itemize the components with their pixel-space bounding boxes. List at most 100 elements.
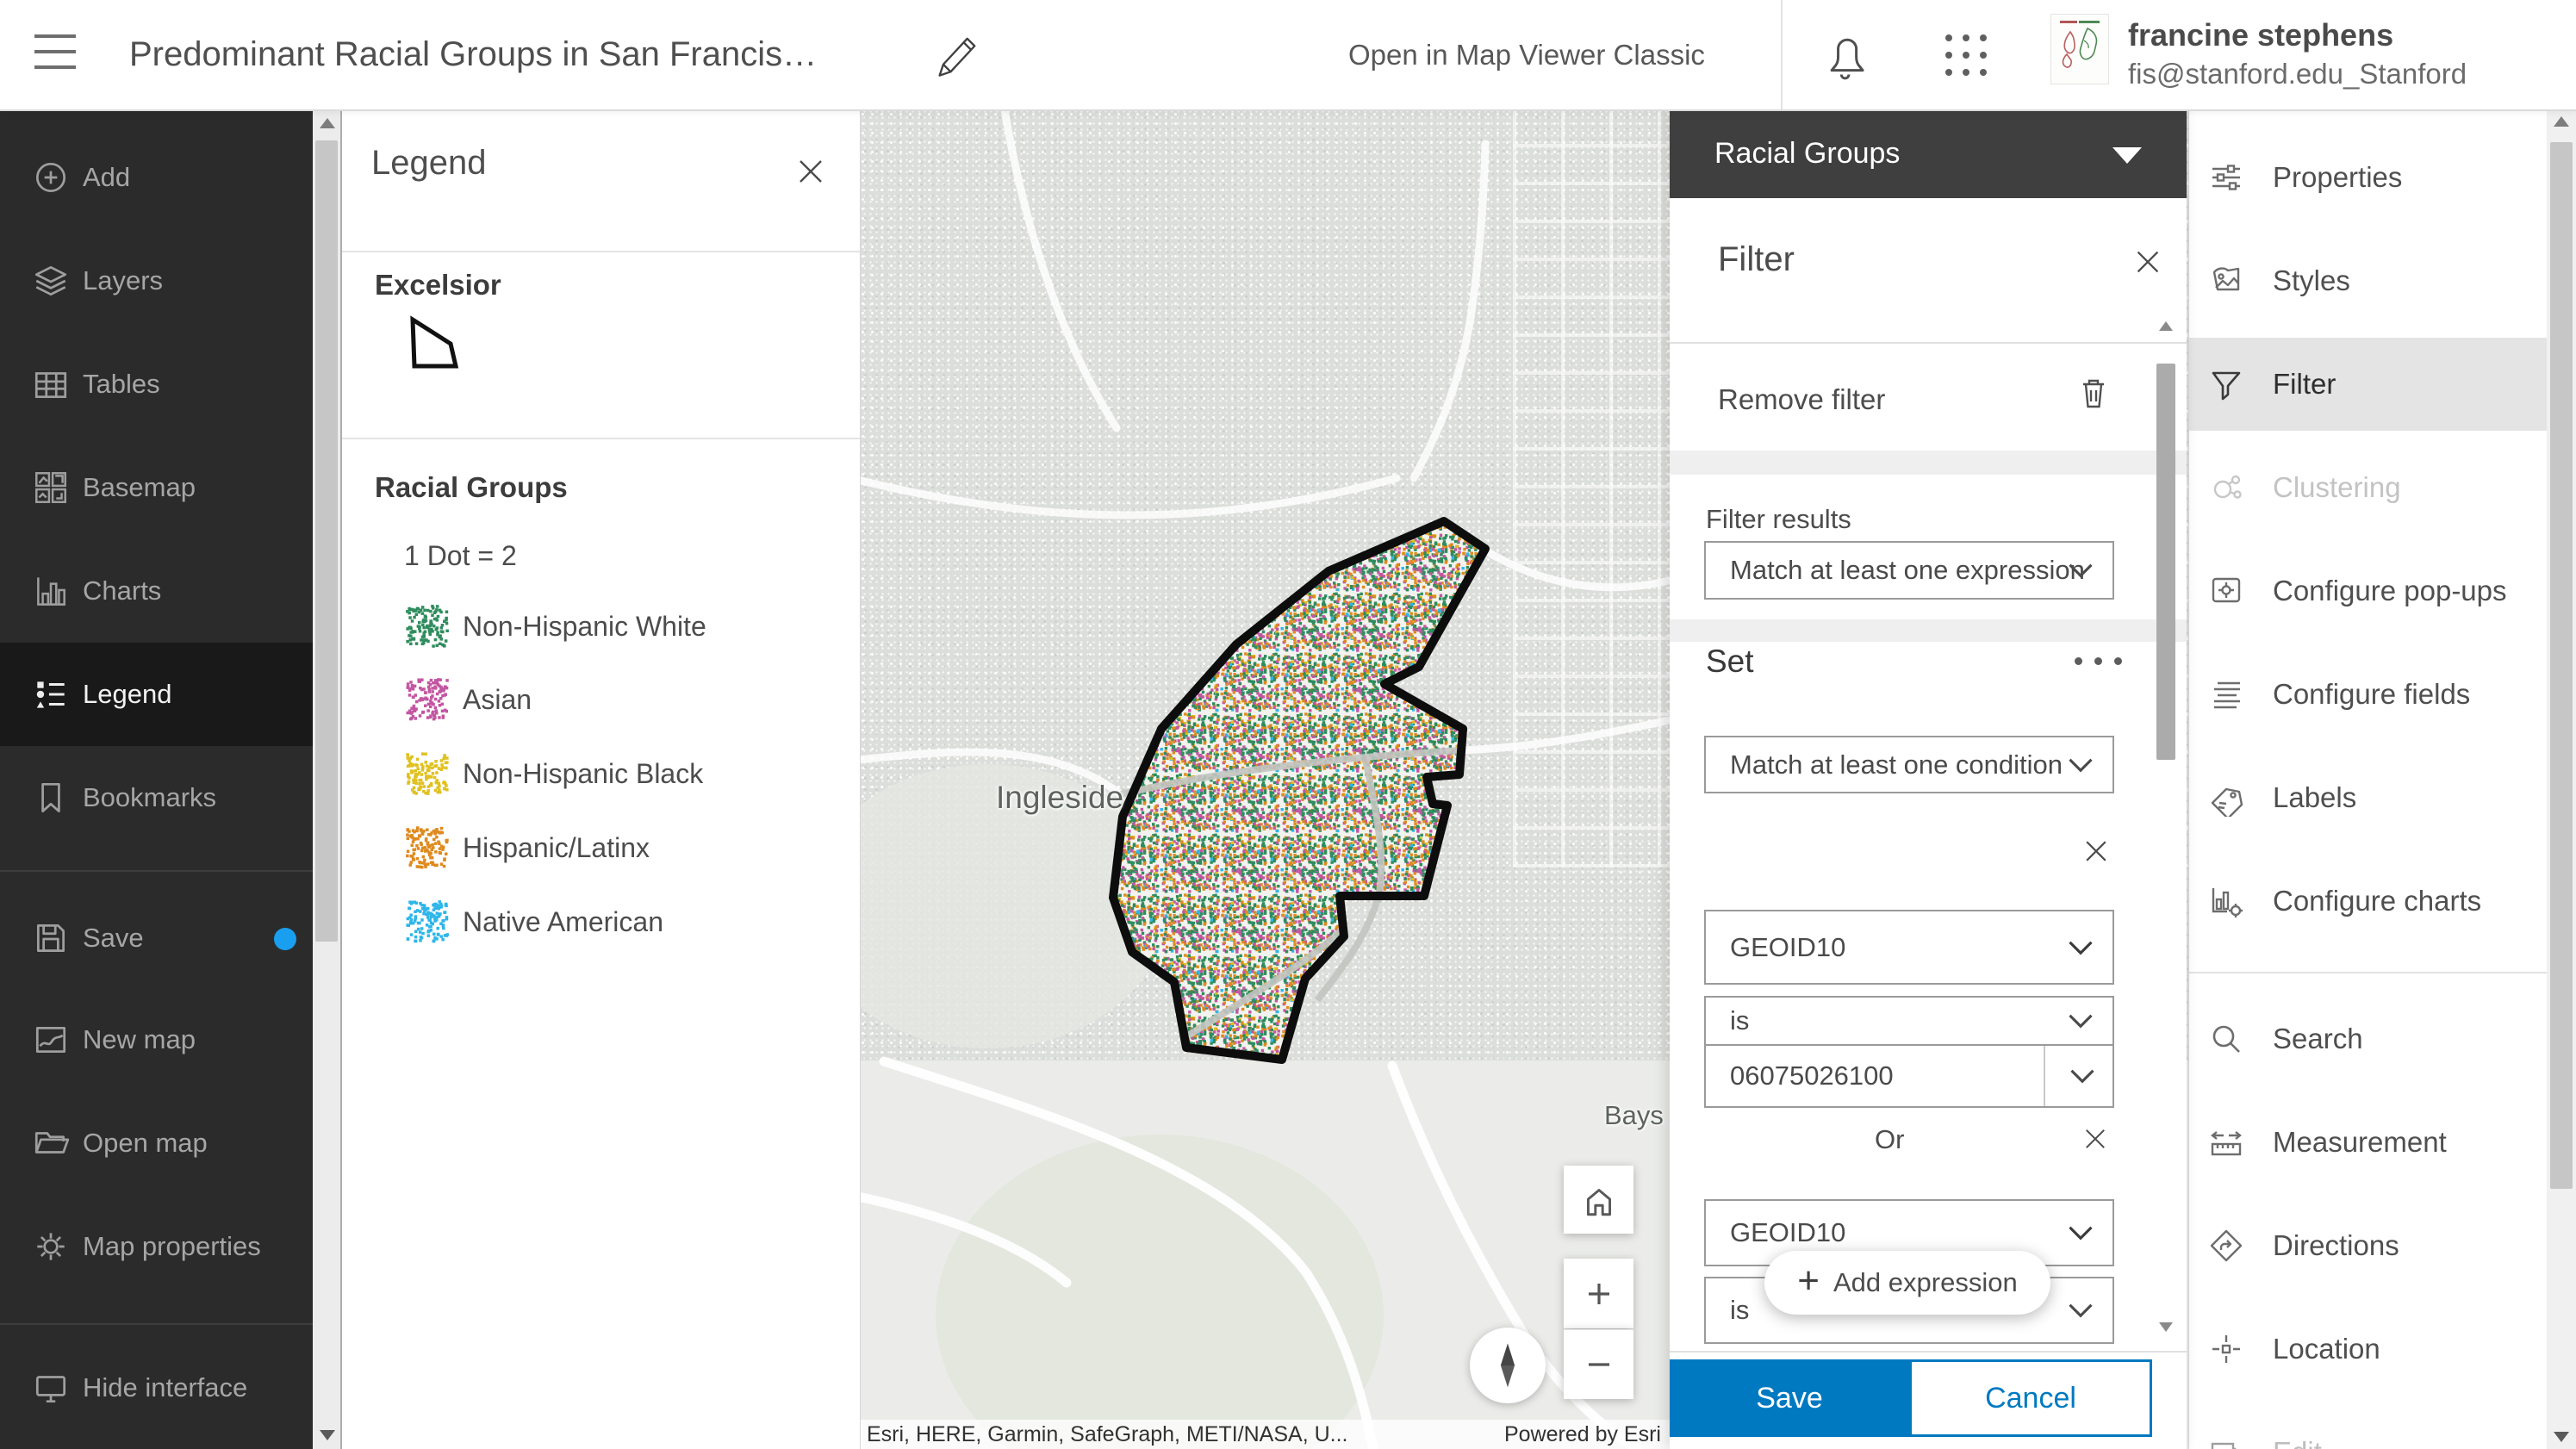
legend-swatch-non-hispanic-white bbox=[406, 605, 449, 648]
sidebar-item-bookmarks[interactable]: Bookmarks bbox=[0, 746, 313, 849]
scroll-down-arrow[interactable] bbox=[2554, 1432, 2569, 1442]
filter-panel: Racial Groups Filter Remove filter Filte… bbox=[1670, 109, 2187, 1449]
scroll-down-arrow[interactable] bbox=[320, 1430, 335, 1440]
scroll-up-arrow[interactable] bbox=[2554, 116, 2569, 127]
sidebar-item-save[interactable]: Save bbox=[0, 886, 313, 990]
sidebar-divider bbox=[0, 1323, 313, 1325]
sidebar-item-charts[interactable]: Charts bbox=[0, 539, 313, 643]
layer-selector-dropdown[interactable]: Racial Groups bbox=[1670, 109, 2187, 198]
sidebar-item-hide-interface[interactable]: Hide interface bbox=[0, 1336, 313, 1440]
main-menu-button[interactable] bbox=[29, 26, 83, 81]
sidebar-item-open-map[interactable]: Open map bbox=[0, 1091, 313, 1195]
tool-label: Search bbox=[2273, 1023, 2363, 1055]
avatar[interactable] bbox=[2050, 14, 2109, 84]
tool-configure-fields[interactable]: Configure fields bbox=[2189, 643, 2548, 746]
home-button[interactable] bbox=[1564, 1166, 1633, 1234]
add-expression-button[interactable]: + Add expression bbox=[1764, 1251, 2050, 1315]
close-filter-button[interactable] bbox=[2131, 246, 2166, 280]
legend-layer-excelsior: Excelsior bbox=[375, 269, 501, 302]
operator-value: is bbox=[1730, 1005, 1749, 1036]
expression-1-value-combobox[interactable]: 06075026100 bbox=[1704, 1044, 2114, 1108]
scroll-down-arrow[interactable] bbox=[2159, 1322, 2173, 1332]
sidebar-item-new-map[interactable]: New map bbox=[0, 988, 313, 1091]
remove-expression-2-button[interactable] bbox=[2081, 1124, 2110, 1154]
tool-search[interactable]: Search bbox=[2189, 987, 2548, 1091]
tool-configure-charts[interactable]: Configure charts bbox=[2189, 849, 2548, 953]
tool-label: Styles bbox=[2273, 264, 2350, 297]
legend-swatch-native-american bbox=[406, 900, 449, 943]
tool-labels[interactable]: Labels bbox=[2189, 746, 2548, 849]
user-info[interactable]: francine stephens fis@stanford.edu_Stanf… bbox=[2128, 16, 2467, 93]
divider bbox=[1670, 1351, 2187, 1353]
close-icon bbox=[2081, 836, 2112, 867]
user-name: francine stephens bbox=[2128, 16, 2467, 55]
tool-styles[interactable]: Styles bbox=[2189, 229, 2548, 333]
sidebar-item-tables[interactable]: Tables bbox=[0, 333, 313, 436]
remove-filter-button[interactable]: Remove filter bbox=[1718, 383, 1885, 416]
tool-label: Edit bbox=[2273, 1436, 2322, 1449]
edit-title-button[interactable] bbox=[932, 28, 984, 81]
scrollbar-thumb[interactable] bbox=[2550, 142, 2573, 1189]
attribution-sources: Esri, HERE, Garmin, SafeGraph, METI/NASA… bbox=[867, 1422, 1347, 1447]
match-condition-dropdown[interactable]: Match at least one condition bbox=[1704, 736, 2114, 793]
bookmark-icon bbox=[31, 778, 71, 818]
map-attribution: Esri, HERE, Garmin, SafeGraph, METI/NASA… bbox=[858, 1420, 1670, 1449]
add-icon bbox=[31, 158, 71, 197]
zoom-in-button[interactable] bbox=[1564, 1259, 1633, 1328]
tool-edit[interactable]: Edit bbox=[2189, 1401, 2548, 1449]
sidebar-item-map-properties[interactable]: Map properties bbox=[0, 1195, 313, 1298]
compass-needle-icon bbox=[1485, 1340, 1530, 1391]
close-legend-button[interactable] bbox=[793, 154, 828, 189]
set-options-menu-button[interactable] bbox=[2075, 657, 2122, 665]
section-separator bbox=[1670, 619, 2187, 642]
save-button[interactable]: Save bbox=[1670, 1359, 1909, 1437]
map-label-bayshore: Bays bbox=[1604, 1100, 1664, 1131]
remove-expression-1-button[interactable] bbox=[2081, 836, 2112, 867]
expression-1-operator-dropdown[interactable]: is bbox=[1704, 996, 2114, 1046]
expression-1-field-dropdown[interactable]: GEOID10 bbox=[1704, 910, 2114, 985]
scrollbar-thumb[interactable] bbox=[2156, 364, 2175, 760]
zoom-out-button[interactable] bbox=[1564, 1329, 1633, 1399]
compass-button[interactable] bbox=[1470, 1328, 1546, 1403]
scroll-up-arrow[interactable] bbox=[2159, 321, 2173, 331]
tool-properties[interactable]: Properties bbox=[2189, 126, 2548, 229]
divider bbox=[1670, 342, 2187, 344]
cancel-button[interactable]: Cancel bbox=[1909, 1359, 2152, 1437]
sidebar-item-legend[interactable]: Legend bbox=[0, 643, 313, 746]
filter-results-dropdown[interactable]: Match at least one expression bbox=[1704, 541, 2114, 600]
popup-gear-icon bbox=[2207, 572, 2245, 610]
sidebar-item-label: Tables bbox=[83, 369, 160, 400]
app-launcher-button[interactable] bbox=[1940, 29, 1992, 81]
open-folder-icon bbox=[31, 1123, 71, 1163]
filter-funnel-icon bbox=[2207, 365, 2245, 403]
scrollbar-thumb[interactable] bbox=[315, 140, 338, 942]
scroll-up-arrow[interactable] bbox=[320, 118, 335, 128]
notifications-button[interactable] bbox=[1818, 24, 1871, 84]
legend-swatch-asian bbox=[406, 678, 449, 721]
delete-filter-button[interactable] bbox=[2075, 373, 2112, 416]
open-map-viewer-classic-link[interactable]: Open in Map Viewer Classic bbox=[1348, 0, 1705, 109]
gear-icon bbox=[31, 1227, 71, 1266]
sidebar-item-add[interactable]: Add bbox=[0, 126, 313, 229]
pencil-icon bbox=[932, 28, 984, 81]
sidebar-item-basemap[interactable]: Basemap bbox=[0, 436, 313, 539]
directions-icon bbox=[2207, 1227, 2245, 1265]
layer-selector-value: Racial Groups bbox=[1714, 137, 1900, 171]
tool-configure-popups[interactable]: Configure pop-ups bbox=[2189, 539, 2548, 643]
tool-filter[interactable]: Filter bbox=[2189, 333, 2548, 436]
tool-directions[interactable]: Directions bbox=[2189, 1194, 2548, 1297]
filter-panel-title: Filter bbox=[1718, 240, 1795, 279]
sidebar-item-label: Add bbox=[83, 162, 130, 193]
sidebar-item-label: Layers bbox=[83, 265, 163, 296]
tool-measurement[interactable]: Measurement bbox=[2189, 1091, 2548, 1194]
tool-location[interactable]: Location bbox=[2189, 1297, 2548, 1401]
attribution-powered: Powered by Esri bbox=[1504, 1422, 1661, 1447]
save-icon bbox=[31, 918, 71, 958]
legend-panel-scrollbar[interactable] bbox=[313, 109, 340, 1449]
charts-gear-icon bbox=[2207, 882, 2245, 920]
sidebar-item-layers[interactable]: Layers bbox=[0, 229, 313, 333]
table-icon bbox=[31, 364, 71, 404]
tool-label: Directions bbox=[2273, 1229, 2399, 1262]
window-scrollbar[interactable] bbox=[2547, 109, 2576, 1449]
sidebar-item-label: Map properties bbox=[83, 1231, 261, 1262]
